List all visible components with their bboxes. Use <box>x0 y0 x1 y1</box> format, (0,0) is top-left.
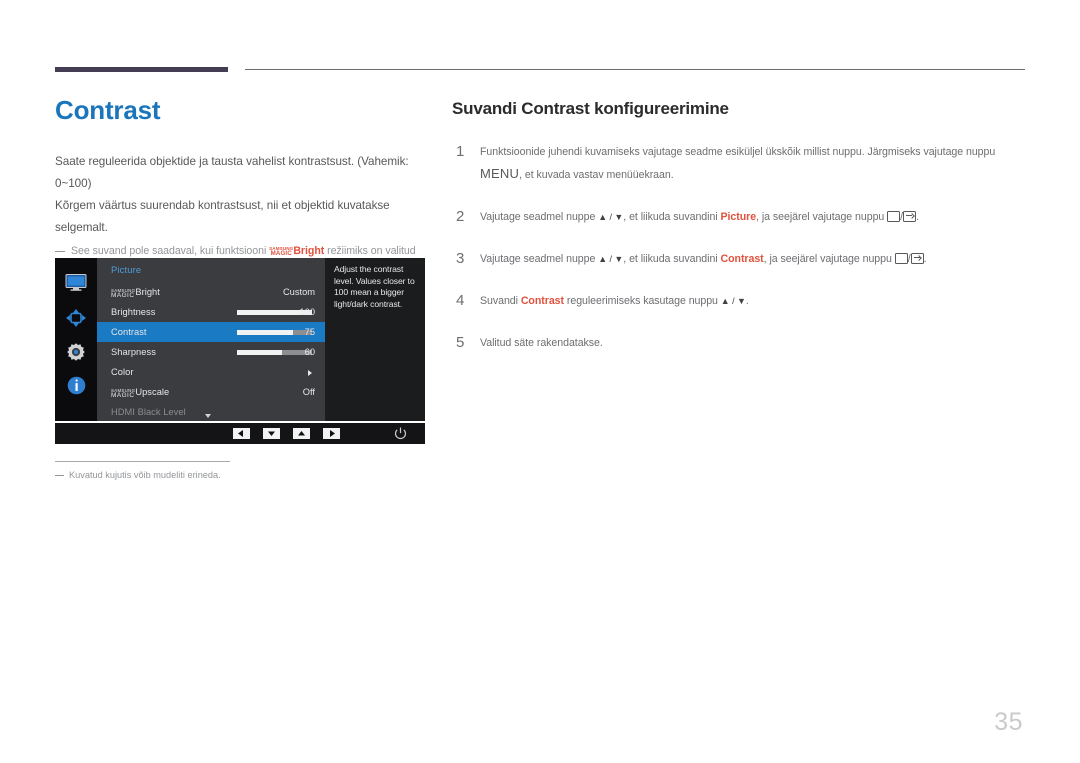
osd-icon-rail <box>55 258 97 421</box>
osd-row-sharpness[interactable]: Sharpness 60 <box>97 342 325 362</box>
osd-row-label: Color <box>111 367 134 377</box>
magic-logo-bottom: MAGIC <box>111 392 135 399</box>
power-icon[interactable] <box>394 427 407 445</box>
step-text-part: , et liikuda suvandini <box>623 211 721 223</box>
osd-row-value: 60 <box>304 347 315 357</box>
osd-row-label-text: Bright <box>135 287 160 297</box>
osd-row-label-text: Upscale <box>135 387 170 397</box>
osd-row-magicupscale[interactable]: SAMSUNG MAGIC Upscale Off <box>97 382 325 402</box>
step-text-part: , ja seejärel vajutage nuppu <box>763 253 895 265</box>
step-highlight: Contrast <box>720 253 764 265</box>
right-column: Suvandi Contrast konfigureerimine 1 Funk… <box>452 99 1027 374</box>
step-highlight: Picture <box>720 211 757 223</box>
osd-row-label: Contrast <box>111 327 147 337</box>
scroll-down-caret-icon[interactable] <box>205 414 211 418</box>
step-number: 1 <box>456 143 465 160</box>
back-button-icon <box>887 211 901 222</box>
osd-help-panel: Adjust the contrast level. Values closer… <box>325 258 425 421</box>
step-text-part: Valitud säte rakendatakse. <box>480 337 603 349</box>
image-note-rule <box>55 461 230 462</box>
enter-button-icon <box>903 211 917 222</box>
step-text-part: , et kuvada vastav menüüekraan. <box>519 169 674 181</box>
osd-row-label: SAMSUNG MAGIC Upscale <box>111 382 169 402</box>
step-text-part: . <box>916 211 919 223</box>
step-text-part: , et liikuda suvandini <box>623 253 721 265</box>
note-dash-icon <box>55 250 65 252</box>
menu-key-label: MENU <box>480 166 520 181</box>
note-dash-icon <box>55 475 64 476</box>
step-3: 3 Vajutage seadmel nuppe ▲ / ▼, et liiku… <box>452 248 1027 270</box>
up-down-arrow-icon: ▲ / ▼ <box>598 212 624 222</box>
magic-logo-bottom: MAGIC <box>111 292 135 299</box>
note-1-pre: See suvand pole saadaval, kui funktsioon… <box>71 244 270 257</box>
samsung-magic-logo: SAMSUNG MAGIC <box>111 388 135 399</box>
osd-row-value: Custom <box>282 287 315 297</box>
monitor-osd-screenshot: Picture SAMSUNG MAGIC Bright Custom Bright… <box>55 258 425 444</box>
page-title: Contrast <box>55 95 161 125</box>
left-arrow-icon[interactable] <box>233 428 250 439</box>
body-line-1: Saate reguleerida objektide ja tausta va… <box>55 154 409 190</box>
gear-icon[interactable] <box>55 342 97 367</box>
header-rule <box>245 69 1025 70</box>
step-4: 4 Suvandi Contrast reguleerimiseks kasut… <box>452 290 1027 312</box>
step-text-part: . <box>745 295 749 307</box>
back-button-icon <box>894 253 908 264</box>
step-highlight: Contrast <box>520 295 564 307</box>
step-2: 2 Vajutage seadmel nuppe ▲ / ▼, et liiku… <box>452 206 1027 228</box>
step-text-part: Suvandi <box>480 295 521 307</box>
body-line-2: Kõrgem väärtus suurendab kontrastsust, n… <box>55 198 390 234</box>
osd-row-label: HDMI Black Level <box>111 407 186 417</box>
step-number: 3 <box>456 250 465 267</box>
osd-menu-title: Picture <box>111 265 142 276</box>
osd-screen: Picture SAMSUNG MAGIC Bright Custom Bright… <box>55 258 425 421</box>
step-number: 4 <box>456 292 465 309</box>
osd-row-magicbright[interactable]: SAMSUNG MAGIC Bright Custom <box>97 282 325 302</box>
page-number: 35 <box>994 708 1023 736</box>
section-title: Suvandi Contrast konfigureerimine <box>452 99 729 118</box>
osd-button-bar <box>55 423 425 444</box>
step-text-part: , ja seejärel vajutage nuppu <box>756 211 888 223</box>
monitor-icon[interactable] <box>55 274 97 296</box>
osd-row-value: 75 <box>304 327 315 337</box>
enter-button-icon <box>910 253 924 264</box>
samsung-magic-logo: SAMSUNG MAGIC <box>269 246 293 257</box>
info-icon[interactable] <box>55 376 97 400</box>
up-down-arrow-icon: ▲ / ▼ <box>720 296 746 306</box>
header-accent-bar <box>55 67 228 72</box>
sharpness-slider[interactable] <box>237 350 312 355</box>
samsung-magic-logo: SAMSUNG MAGIC <box>111 288 135 299</box>
up-down-arrow-icon: ▲ / ▼ <box>598 254 624 264</box>
step-number: 2 <box>456 208 465 225</box>
right-arrow-icon[interactable] <box>323 428 340 439</box>
step-1: 1 Funktsioonide juhendi kuvamiseks vajut… <box>452 141 1027 186</box>
osd-row-label: Sharpness <box>111 347 156 357</box>
step-text-part: Vajutage seadmel nuppe <box>480 211 599 223</box>
step-text-part: Funktsioonide juhendi kuvamiseks vajutag… <box>480 146 996 158</box>
note-1-magic-suffix: Bright <box>293 244 325 257</box>
osd-row-value: Off <box>302 387 315 397</box>
step-text-part: reguleerimiseks kasutage nuppu <box>563 295 721 307</box>
image-note-text: Kuvatud kujutis võib mudeliti erineda. <box>69 470 221 480</box>
osd-menu-panel: Picture SAMSUNG MAGIC Bright Custom Bright… <box>97 258 325 421</box>
osd-row-brightness[interactable]: Brightness 100 <box>97 302 325 322</box>
up-arrow-icon[interactable] <box>293 428 310 439</box>
image-note: Kuvatud kujutis võib mudeliti erineda. <box>55 469 399 482</box>
down-arrow-icon[interactable] <box>263 428 280 439</box>
magic-logo-bottom: MAGIC <box>270 249 292 257</box>
osd-row-color[interactable]: Color <box>97 362 325 382</box>
osd-row-label: SAMSUNG MAGIC Bright <box>111 282 160 302</box>
contrast-slider[interactable] <box>237 330 312 335</box>
osd-row-value: 100 <box>299 307 315 317</box>
step-number: 5 <box>456 334 465 351</box>
osd-row-label: Brightness <box>111 307 156 317</box>
osd-help-text: Adjust the contrast level. Values closer… <box>334 264 415 309</box>
step-5: 5 Valitud säte rakendatakse. <box>452 332 1027 354</box>
step-text-part: . <box>923 253 927 265</box>
move-icon[interactable] <box>55 308 97 333</box>
note-1-mid: režiimiks on valitud <box>324 244 416 257</box>
osd-row-hdmi-black-level[interactable]: HDMI Black Level <box>97 402 325 422</box>
chevron-right-icon <box>308 370 312 376</box>
osd-row-contrast[interactable]: Contrast 75 <box>97 322 325 342</box>
step-text-part: Vajutage seadmel nuppe <box>480 253 599 265</box>
